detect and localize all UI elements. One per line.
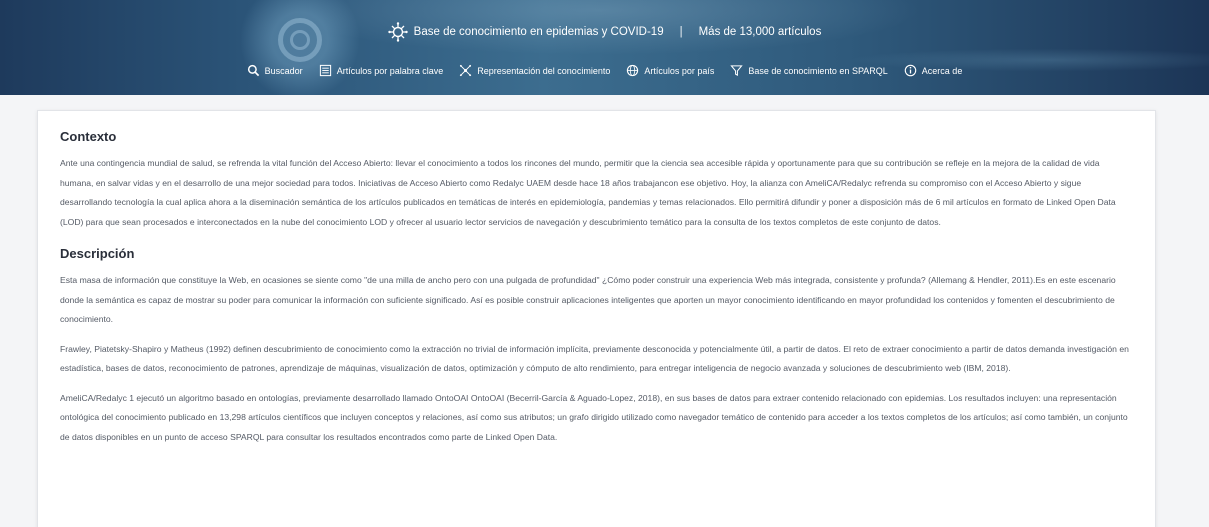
section-title: Contexto bbox=[60, 129, 117, 144]
nav-item-acerca-de[interactable]: Acerca de bbox=[904, 64, 963, 77]
network-icon bbox=[460, 64, 472, 77]
nav-label: Representación del conocimiento bbox=[477, 65, 611, 76]
nav-item-sparql[interactable]: Base de conocimiento en SPARQL bbox=[730, 64, 888, 77]
nav-label: Artículos por palabra clave bbox=[336, 65, 444, 76]
main-nav: Buscador Artículos por palabra clave Rep… bbox=[0, 64, 1209, 77]
nav-label: Buscador bbox=[264, 65, 303, 76]
nav-label: Acerca de bbox=[921, 65, 963, 76]
nav-label: Base de conocimiento en SPARQL bbox=[748, 65, 888, 76]
nav-label: Artículos por país bbox=[644, 65, 715, 76]
nav-item-representacion[interactable]: Representación del conocimiento bbox=[459, 64, 610, 77]
paragraph: Ante una contingencia mundial de salud, … bbox=[60, 158, 1116, 227]
search-icon bbox=[247, 64, 259, 77]
section-contexto: Contexto Ante una contingencia mundial d… bbox=[60, 129, 1133, 232]
header-title-bar: Base de conocimiento en epidemias y COVI… bbox=[0, 22, 1209, 42]
paragraph: Frawley, Piatetsky-Shapiro y Matheus (19… bbox=[60, 343, 1129, 374]
section-title: Descripción bbox=[60, 246, 135, 261]
filter-icon bbox=[730, 65, 744, 76]
paragraph: Esta masa de información que constituye … bbox=[60, 275, 1116, 324]
paragraph: AmeliCA/Redalyc 1 ejecutó un algoritmo b… bbox=[60, 392, 1128, 442]
article-count: Más de 13,000 artículos bbox=[698, 26, 822, 38]
nav-item-palabra-clave[interactable]: Artículos por palabra clave bbox=[319, 64, 444, 77]
nav-item-pais[interactable]: Artículos por país bbox=[626, 64, 714, 77]
content-card: Contexto Ante una contingencia mundial d… bbox=[37, 110, 1156, 527]
nav-item-buscador[interactable]: Buscador bbox=[247, 64, 303, 77]
site-title: Base de conocimiento en epidemias y COVI… bbox=[413, 26, 664, 38]
list-icon bbox=[319, 64, 331, 77]
virus-icon bbox=[387, 22, 408, 42]
section-descripcion: Descripción Esta masa de información que… bbox=[60, 246, 1133, 447]
info-icon bbox=[904, 64, 917, 77]
header-banner: Base de conocimiento en epidemias y COVI… bbox=[0, 0, 1209, 95]
title-separator: | bbox=[679, 26, 683, 38]
globe-icon bbox=[627, 64, 639, 77]
